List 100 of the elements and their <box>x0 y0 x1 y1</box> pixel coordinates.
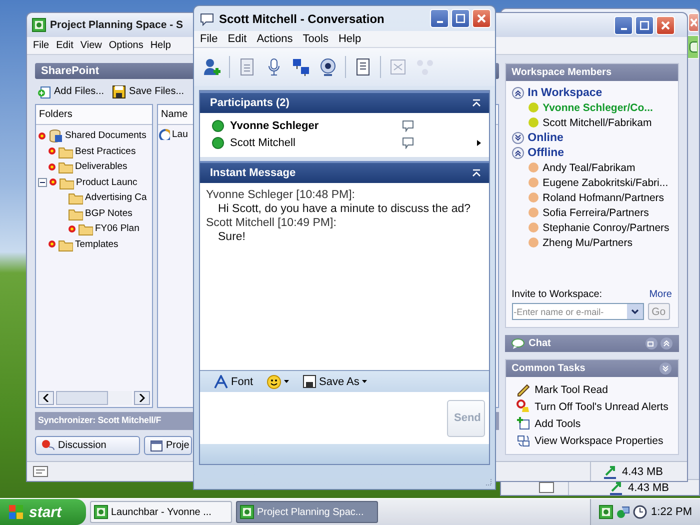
popout-icon[interactable] <box>645 337 658 350</box>
menu-item[interactable]: Options <box>106 40 146 51</box>
close-button[interactable] <box>472 9 491 28</box>
speech-bubble-icon <box>199 12 215 26</box>
upload-icon <box>609 480 624 494</box>
folder-name[interactable]: Best Practices <box>75 146 136 157</box>
taskbar-button[interactable]: Launchbar - Yvonne ... <box>90 501 232 523</box>
message-sender: Yvonne Schleger [10:48 PM]: <box>206 189 356 201</box>
section-header: Participants (2) <box>200 91 489 113</box>
dropdown-arrow-icon <box>362 380 368 383</box>
collapse-icon[interactable] <box>472 169 481 177</box>
collapse-icon <box>38 178 47 187</box>
member-name[interactable]: Sofia Ferreira/Partners <box>542 206 649 218</box>
add-contact-icon <box>202 57 222 77</box>
member-name[interactable]: Scott Mitchell/Fabrikam <box>542 116 652 128</box>
task-link[interactable]: View Workspace Properties <box>506 432 670 449</box>
more-link[interactable]: More <box>649 289 672 300</box>
folder-name[interactable]: Shared Documents <box>65 130 146 142</box>
menu-item[interactable]: Help <box>148 40 173 51</box>
task-link[interactable]: Mark Tool Read <box>506 381 614 398</box>
size-label: 4.43 MB <box>622 466 663 478</box>
clock-icon[interactable] <box>633 505 647 519</box>
caret-icon[interactable] <box>477 140 481 146</box>
emoticon-button[interactable] <box>267 374 290 388</box>
group-label[interactable]: In Workspace <box>528 86 602 98</box>
status-dot-icon <box>212 120 224 132</box>
folder-name[interactable]: Advertising Ca <box>85 192 147 204</box>
dropdown-button[interactable] <box>626 304 643 319</box>
menu-item[interactable]: File <box>31 40 52 51</box>
menu-item[interactable]: Tools <box>300 33 330 45</box>
tool-tab[interactable]: Discussion <box>35 436 140 455</box>
expand-icon[interactable] <box>659 362 672 375</box>
member-name[interactable]: Stephanie Conroy/Partners <box>542 222 670 234</box>
font-button[interactable]: Font <box>214 374 254 388</box>
member-name[interactable]: Andy Teal/Fabrikam <box>542 162 636 174</box>
task-link[interactable]: Turn Off Tool's Unread Alerts <box>506 398 674 415</box>
member-name[interactable]: Zheng Mu/Partners <box>542 236 633 248</box>
maximize-button[interactable] <box>635 16 654 34</box>
maximize-icon <box>456 14 465 23</box>
folder-name[interactable]: Deliverables <box>75 161 128 172</box>
folder-name[interactable]: Product Launc <box>76 176 138 188</box>
invite-combo-box[interactable]: -Enter name or e-mail- <box>512 303 644 320</box>
save-as-button[interactable]: Save As <box>303 375 368 388</box>
tool-tab[interactable]: Proje <box>144 436 192 455</box>
minimize-button[interactable] <box>614 16 633 34</box>
expand-icon <box>512 132 524 144</box>
library-icon <box>48 128 63 144</box>
resize-grip-icon[interactable] <box>484 478 492 486</box>
group-label[interactable]: Online <box>528 132 564 144</box>
menu-item[interactable]: Actions <box>254 33 295 45</box>
column-header[interactable]: Name <box>161 109 188 120</box>
toolbar-button[interactable] <box>202 57 222 77</box>
collapse-icon[interactable] <box>472 99 481 107</box>
scroll-left-button[interactable] <box>38 391 54 405</box>
messenger-icon[interactable] <box>616 505 630 519</box>
task-link[interactable]: Add Tools <box>506 415 587 432</box>
message-icon[interactable] <box>402 120 414 132</box>
toolbar-button[interactable] <box>318 57 338 77</box>
upload-icon <box>603 464 618 478</box>
member-name[interactable]: Eugene Zabokritski/Fabri... <box>542 176 668 188</box>
folder-name[interactable]: Templates <box>75 238 118 250</box>
folder-name[interactable]: BGP Notes <box>85 208 132 219</box>
chevron-right-icon <box>139 394 145 402</box>
minimize-icon <box>620 28 626 30</box>
minimize-icon <box>436 21 442 23</box>
file-name[interactable]: Lau <box>172 129 188 140</box>
menu-item[interactable]: Help <box>336 33 364 45</box>
size-label: 4.43 MB <box>628 482 669 494</box>
toolbar-button[interactable] <box>291 57 311 77</box>
folder-name[interactable]: FY06 Plan <box>95 223 140 234</box>
close-button[interactable] <box>656 16 675 34</box>
message-icon[interactable] <box>402 136 414 148</box>
message-text: Sure! <box>217 231 246 243</box>
minimize-button[interactable] <box>430 9 449 28</box>
menu-item[interactable]: View <box>78 40 104 51</box>
member-name[interactable]: Roland Hofmann/Partners <box>542 192 664 204</box>
message-text: Hi Scott, do you have a minute to discuss the ad? <box>217 203 472 215</box>
maximize-button[interactable] <box>451 9 470 28</box>
participant-name[interactable]: Scott Mitchell <box>230 136 396 148</box>
save-files-button[interactable]: Save Files... <box>112 84 184 98</box>
status-dot-icon <box>528 237 539 248</box>
chat-header[interactable]: Chat <box>504 335 679 352</box>
whiteboard-icon <box>388 57 408 77</box>
participant-name[interactable]: Yvonne Schleger <box>230 120 396 132</box>
group-label[interactable]: Offline <box>528 146 564 158</box>
status-dot-icon <box>528 192 539 203</box>
calendar-icon <box>150 439 163 452</box>
menu-item[interactable]: File <box>198 33 220 45</box>
scrollbar-thumb[interactable] <box>56 391 108 405</box>
menu-item[interactable]: Edit <box>226 33 249 45</box>
scrollbar-track[interactable] <box>56 391 132 405</box>
collapse-icon[interactable] <box>660 337 673 350</box>
font-icon <box>214 374 228 388</box>
close-button[interactable] <box>688 12 698 32</box>
menu-item[interactable]: Edit <box>54 40 76 51</box>
discussion-icon <box>41 439 55 452</box>
column-header[interactable]: Folders <box>39 109 72 120</box>
scroll-right-button[interactable] <box>134 391 150 405</box>
add-files-button[interactable]: Add Files... <box>37 84 104 98</box>
collapse-icon <box>512 86 524 98</box>
